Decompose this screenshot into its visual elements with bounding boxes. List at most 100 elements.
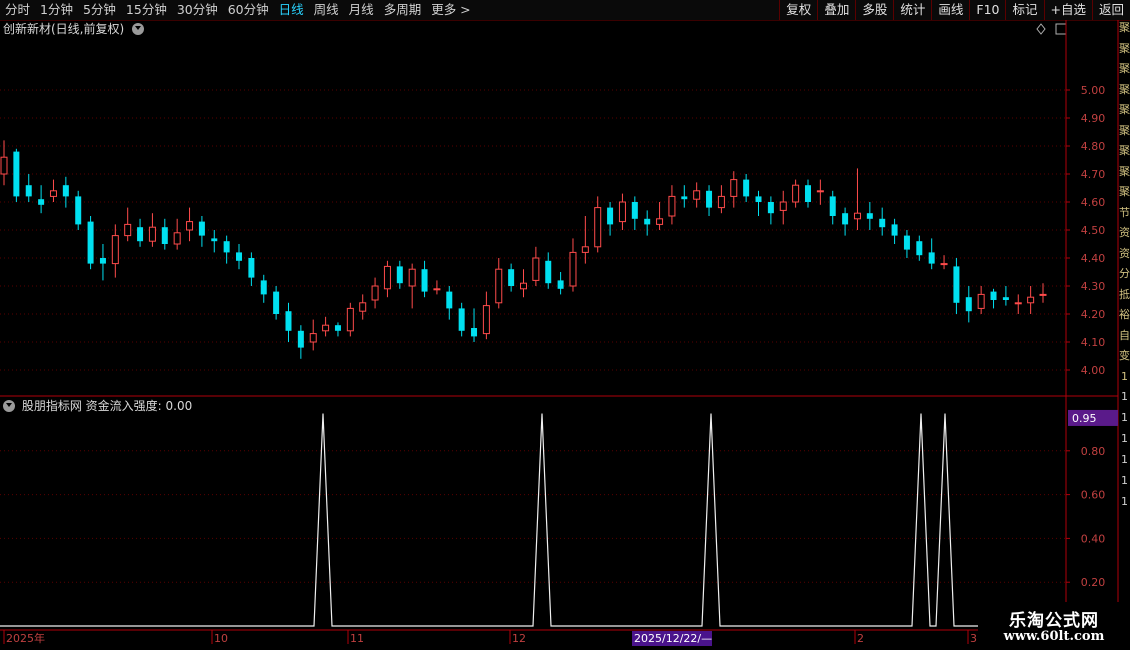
candle-body (211, 238, 218, 242)
candle-body (644, 218, 651, 225)
strip-char: 1 (1121, 411, 1128, 424)
x-tick-label: 12 (512, 632, 526, 645)
candle-body (173, 232, 181, 245)
strip-char: 1 (1121, 369, 1128, 383)
strip-char: 聚 (1119, 62, 1130, 75)
candle-body (532, 257, 540, 281)
candle-body (248, 258, 255, 278)
y-tick-label: 4.90 (1081, 112, 1106, 125)
right-info-strip: 聚聚聚聚聚聚聚聚聚节资资分抵裕自变1111111 (1119, 21, 1130, 631)
strip-char: 自 (1119, 328, 1130, 342)
candle-body (842, 213, 849, 225)
y-tick-label: 4.40 (1081, 252, 1106, 265)
candle-body (990, 291, 997, 300)
candle-body (730, 179, 738, 197)
candle-body (1002, 297, 1009, 300)
strip-char: 节 (1119, 205, 1130, 219)
dropdown-circle-icon[interactable] (3, 400, 15, 412)
candle-body (755, 196, 762, 202)
y-tick-label: 4.20 (1081, 308, 1106, 321)
candle-body (717, 195, 725, 209)
y-tick-label: 0.80 (1081, 445, 1106, 458)
candle-body (297, 330, 304, 348)
candle-body (111, 235, 119, 265)
candle-body (656, 218, 664, 225)
candle-body (99, 258, 106, 264)
candle-body (581, 246, 589, 253)
strip-char: 1 (1121, 495, 1128, 508)
strip-char: 聚 (1119, 21, 1130, 34)
candle-body (408, 268, 416, 287)
site-logo: 乐淘公式网 www.60lt.com (978, 602, 1130, 650)
candle-body (1014, 302, 1022, 305)
candle-body (520, 282, 527, 290)
candle-body (928, 252, 935, 264)
candle-body (779, 201, 787, 211)
candle-body (495, 268, 503, 304)
candle-body (396, 266, 403, 284)
y-tick-label: 4.30 (1081, 280, 1106, 293)
strip-char: 裕 (1119, 308, 1130, 321)
candle-body (137, 227, 144, 242)
candle-body (977, 293, 985, 309)
candle-body (38, 199, 45, 205)
candle-body (0, 156, 8, 175)
candle-body (309, 333, 317, 343)
candle-body (903, 235, 910, 250)
strip-char: 资 (1119, 246, 1130, 260)
strip-char: 变 (1119, 349, 1130, 362)
candle-body (594, 207, 602, 248)
candle-body (557, 280, 564, 289)
candle-body (148, 226, 156, 242)
candle-body (446, 291, 453, 309)
candle-body (631, 202, 638, 219)
candle-body (13, 151, 20, 197)
candle-body (804, 185, 811, 202)
candle-body (1027, 296, 1035, 304)
candle-body (940, 263, 948, 266)
x-tick-label: 11 (350, 632, 364, 645)
candle-body (545, 260, 552, 284)
strip-char: 分 (1119, 267, 1130, 280)
strip-char: 聚 (1119, 123, 1130, 137)
candle-body (829, 196, 836, 216)
y-tick-label: 4.10 (1081, 336, 1106, 349)
strip-char: 1 (1121, 453, 1128, 466)
logo-line2: www.60lt.com (1003, 629, 1105, 644)
candle-body (965, 297, 972, 312)
candle-body (223, 241, 230, 253)
candle-body (866, 213, 873, 219)
candle-body (471, 328, 478, 337)
strip-char: 1 (1121, 432, 1128, 445)
candle-body (1039, 293, 1047, 296)
strip-char: 抵 (1119, 287, 1130, 301)
candle-body (87, 221, 94, 264)
y-tick-label: 4.80 (1081, 140, 1106, 153)
candle-body (346, 307, 354, 332)
strip-char: 1 (1121, 390, 1128, 403)
strip-char: 聚 (1119, 164, 1130, 178)
chart-canvas[interactable]: 5.00 4.90 4.80 4.70 4.60 4.50 4.40 4.30 4.20 4.10… (0, 0, 1130, 650)
candle-body (260, 280, 267, 295)
y-tick-label: 0.60 (1081, 489, 1106, 502)
candle-body (236, 252, 243, 261)
candle-body (186, 221, 194, 231)
strip-char: 聚 (1119, 103, 1130, 116)
candle-body (853, 212, 861, 220)
candle-body (953, 266, 960, 303)
candle-body (792, 184, 800, 203)
candle-body (569, 251, 577, 287)
candle-body (322, 324, 330, 332)
candle-body (383, 265, 391, 290)
candle-body (285, 311, 292, 331)
candle-body (421, 269, 428, 292)
candle-body (681, 196, 688, 200)
strip-char: 聚 (1119, 41, 1130, 55)
x-tick-label: 10 (214, 632, 228, 645)
candle-body (916, 241, 923, 256)
candle-body (693, 190, 701, 200)
candle-body (706, 190, 713, 208)
value-badge-text: 0.95 (1072, 412, 1097, 425)
candle-body (359, 302, 367, 312)
y-tick-label: 4.70 (1081, 168, 1106, 181)
